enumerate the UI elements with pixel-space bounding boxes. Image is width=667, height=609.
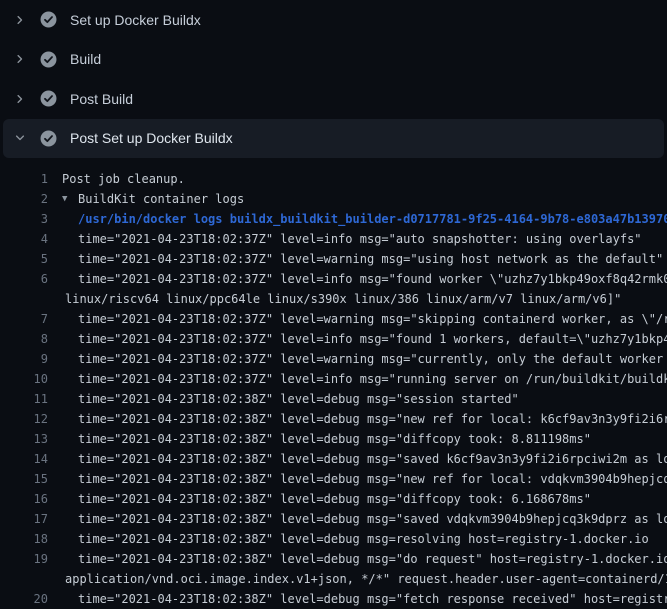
check-circle-icon — [40, 90, 57, 107]
log-text: time="2021-04-23T18:02:37Z" level=info m… — [78, 329, 667, 349]
step-row-build[interactable]: Build — [0, 40, 667, 80]
check-circle-icon — [40, 11, 57, 28]
log-text: application/vnd.oci.image.index.v1+json,… — [65, 569, 667, 589]
line-number — [0, 569, 48, 589]
chevron-right-icon[interactable] — [12, 51, 28, 67]
line-number[interactable]: 18 — [0, 529, 48, 549]
log-row: 12 time="2021-04-23T18:02:38Z" level=debu… — [0, 409, 667, 429]
log-row: 14 time="2021-04-23T18:02:38Z" level=debu… — [0, 449, 667, 469]
log-row: linux/riscv64 linux/ppc64le linux/s390x … — [0, 289, 667, 309]
log-row: 4 time="2021-04-23T18:02:37Z" level=info … — [0, 229, 667, 249]
log-text: time="2021-04-23T18:02:37Z" level=info m… — [78, 229, 642, 249]
log-text: time="2021-04-23T18:02:37Z" level=info m… — [78, 369, 667, 389]
log-text: linux/riscv64 linux/ppc64le linux/s390x … — [65, 289, 621, 309]
log-row: 15 time="2021-04-23T18:02:38Z" level=debu… — [0, 469, 667, 489]
log-row: application/vnd.oci.image.index.v1+json,… — [0, 569, 667, 589]
step-label: Build — [70, 51, 101, 67]
log-row: 16 time="2021-04-23T18:02:38Z" level=debu… — [0, 489, 667, 509]
log-text: Post job cleanup. — [62, 169, 185, 189]
line-number[interactable]: 4 — [0, 229, 48, 249]
line-number[interactable]: 7 — [0, 309, 48, 329]
step-row-post-build[interactable]: Post Build — [0, 79, 667, 119]
step-label: Post Build — [70, 91, 133, 107]
log-text: time="2021-04-23T18:02:37Z" level=warnin… — [78, 249, 663, 269]
log-text: time="2021-04-23T18:02:38Z" level=debug … — [78, 449, 667, 469]
log-row: 5 time="2021-04-23T18:02:37Z" level=warni… — [0, 249, 667, 269]
log-row: 7 time="2021-04-23T18:02:37Z" level=warni… — [0, 309, 667, 329]
step-row-post-set-up-docker-buildx[interactable]: Post Set up Docker Buildx — [3, 119, 664, 159]
log-row: 13 time="2021-04-23T18:02:38Z" level=debu… — [0, 429, 667, 449]
log-row: 2 ▼BuildKit container logs — [0, 189, 667, 209]
log-text: time="2021-04-23T18:02:37Z" level=warnin… — [78, 349, 667, 369]
line-number[interactable]: 3 — [0, 209, 48, 229]
log-text: time="2021-04-23T18:02:38Z" level=debug … — [78, 489, 591, 509]
line-number[interactable]: 10 — [0, 369, 48, 389]
line-number[interactable]: 20 — [0, 589, 48, 609]
log-row: 8 time="2021-04-23T18:02:37Z" level=info … — [0, 329, 667, 349]
line-number[interactable]: 6 — [0, 269, 48, 289]
line-number[interactable]: 8 — [0, 329, 48, 349]
check-circle-icon — [40, 51, 57, 68]
log-text: time="2021-04-23T18:02:38Z" level=debug … — [78, 529, 649, 549]
log-text: time="2021-04-23T18:02:38Z" level=debug … — [78, 389, 519, 409]
log-row: 10 time="2021-04-23T18:02:37Z" level=info… — [0, 369, 667, 389]
log-row: 20 time="2021-04-23T18:02:38Z" level=debu… — [0, 589, 667, 609]
step-row-set-up-docker-buildx[interactable]: Set up Docker Buildx — [0, 0, 667, 40]
step-label: Set up Docker Buildx — [70, 12, 201, 28]
check-circle-icon — [40, 130, 57, 147]
log-row: 6 time="2021-04-23T18:02:37Z" level=info … — [0, 269, 667, 289]
line-number[interactable]: 15 — [0, 469, 48, 489]
line-number — [0, 289, 48, 309]
step-label: Post Set up Docker Buildx — [70, 130, 233, 146]
line-number[interactable]: 9 — [0, 349, 48, 369]
log-viewer: 1 Post job cleanup. 2 ▼BuildKit container l… — [0, 158, 667, 609]
chevron-right-icon[interactable] — [12, 91, 28, 107]
steps-list: Set up Docker Buildx Build Post Build Post … — [0, 0, 667, 158]
log-row: 17 time="2021-04-23T18:02:38Z" level=debu… — [0, 509, 667, 529]
line-number[interactable]: 14 — [0, 449, 48, 469]
line-number[interactable]: 17 — [0, 509, 48, 529]
log-row: 1 Post job cleanup. — [0, 169, 667, 189]
log-text: time="2021-04-23T18:02:38Z" level=debug … — [78, 589, 667, 609]
log-row: 19 time="2021-04-23T18:02:38Z" level=debu… — [0, 549, 667, 569]
log-command-text: /usr/bin/docker logs buildx_buildkit_bui… — [78, 209, 667, 229]
log-row: 11 time="2021-04-23T18:02:38Z" level=debu… — [0, 389, 667, 409]
log-row: 18 time="2021-04-23T18:02:38Z" level=debu… — [0, 529, 667, 549]
line-number[interactable]: 16 — [0, 489, 48, 509]
triangle-down-icon[interactable]: ▼ — [62, 189, 78, 209]
log-text: time="2021-04-23T18:02:38Z" level=debug … — [78, 469, 667, 489]
log-text: time="2021-04-23T18:02:37Z" level=warnin… — [78, 309, 667, 329]
log-text[interactable]: BuildKit container logs — [78, 189, 244, 209]
line-number[interactable]: 11 — [0, 389, 48, 409]
log-text: time="2021-04-23T18:02:38Z" level=debug … — [78, 409, 667, 429]
line-number[interactable]: 19 — [0, 549, 48, 569]
chevron-down-icon[interactable] — [12, 130, 28, 146]
log-text: time="2021-04-23T18:02:38Z" level=debug … — [78, 429, 591, 449]
log-text: time="2021-04-23T18:02:38Z" level=debug … — [78, 549, 667, 569]
chevron-right-icon[interactable] — [12, 12, 28, 28]
log-row: 3/usr/bin/docker logs buildx_buildkit_bu… — [0, 209, 667, 229]
line-number[interactable]: 5 — [0, 249, 48, 269]
line-number[interactable]: 1 — [0, 169, 48, 189]
log-row: 9 time="2021-04-23T18:02:37Z" level=warni… — [0, 349, 667, 369]
log-text: time="2021-04-23T18:02:38Z" level=debug … — [78, 509, 667, 529]
line-number[interactable]: 12 — [0, 409, 48, 429]
line-number[interactable]: 13 — [0, 429, 48, 449]
line-number[interactable]: 2 — [0, 189, 48, 209]
log-text: time="2021-04-23T18:02:37Z" level=info m… — [78, 269, 667, 289]
